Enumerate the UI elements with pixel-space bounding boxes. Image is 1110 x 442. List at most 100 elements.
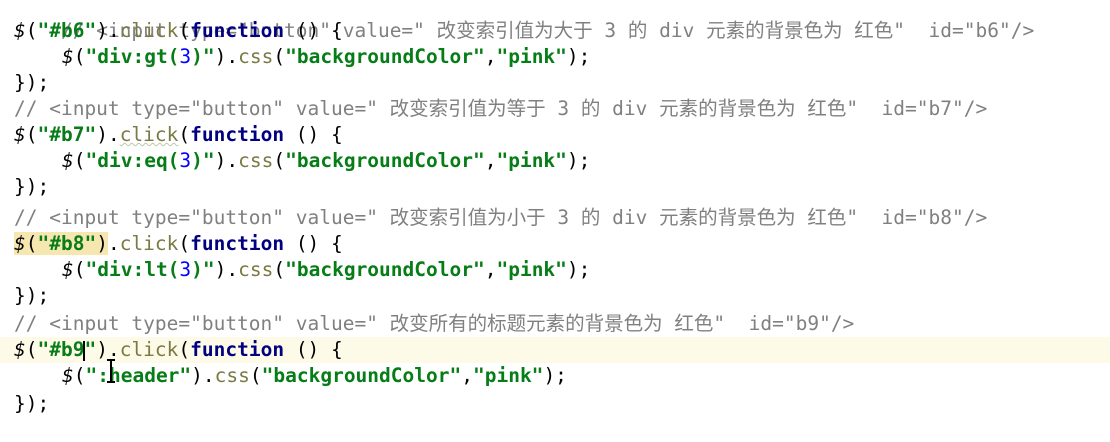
selector-string-end: " (84, 338, 97, 361)
css-value: "pink" (496, 149, 567, 172)
method-name: css (238, 258, 274, 281)
css-value: "pink" (496, 45, 567, 68)
code-line-click-b8[interactable]: $("#b8").click(function () { (0, 231, 1110, 257)
code-line-click-b7[interactable]: $("#b7").click(function () { (0, 122, 1110, 148)
jquery-dollar: $ (14, 123, 26, 146)
jquery-dollar: $ (14, 338, 26, 361)
paren: ( (178, 338, 191, 361)
paren: ( (25, 123, 38, 146)
jquery-dollar: $ (14, 19, 26, 42)
paren: ( (25, 19, 38, 42)
code-line-comment-b9[interactable]: // <input type="button" value=" 改变所有的标题元… (0, 311, 1110, 337)
code-line-close-b8[interactable]: }); (0, 283, 1110, 309)
method-name: css (238, 45, 274, 68)
selector-string: "#b6" (37, 19, 97, 42)
keyword: function (190, 232, 285, 255)
paren: ( (273, 45, 286, 68)
paren: ( (178, 19, 191, 42)
block-close: }); (14, 284, 50, 307)
paren: ). (214, 45, 239, 68)
comma: , (484, 45, 497, 68)
comment-text: // <input type="button" value=" 改变所有的标题元… (14, 312, 855, 335)
selector-string: "div:lt( (85, 258, 180, 281)
paren: ( (178, 232, 191, 255)
selector-string: "#b9 (37, 338, 85, 361)
paren: ( (73, 258, 86, 281)
comment-text: // <input type="button" value=" 改变索引值为等于… (14, 97, 988, 120)
paren: ). (214, 149, 239, 172)
jquery-dollar: $ (62, 364, 74, 387)
css-property: "backgroundColor" (285, 258, 485, 281)
selector-string: "#b7" (37, 123, 97, 146)
function-tail: () { (284, 123, 343, 146)
selector-string: ":header" (85, 364, 192, 387)
paren: ( (273, 258, 286, 281)
paren: ( (73, 364, 86, 387)
paren: ) (96, 232, 108, 255)
code-line-close-b9[interactable]: }); (0, 391, 1110, 417)
paren: ); (543, 364, 567, 387)
comment-text: // <input type="button" value=" 改变索引值为小于… (14, 206, 988, 229)
selector-string: "div:gt( (85, 45, 180, 68)
paren: ( (73, 149, 86, 172)
method-name: click (119, 232, 179, 255)
selector-string-end: )" (191, 45, 215, 68)
css-property: "backgroundColor" (285, 45, 485, 68)
code-line-click-b6[interactable]: $("#b6").click(function () { (0, 18, 1110, 44)
jquery-dollar: $ (62, 45, 74, 68)
css-property: "backgroundColor" (261, 364, 462, 387)
code-line-comment-b6[interactable]: // <input type="button" value=" 改变索引值为大于… (0, 0, 1110, 42)
paren: ( (73, 45, 86, 68)
paren: ). (96, 19, 120, 42)
paren: ( (25, 232, 38, 255)
method-name: click (119, 123, 179, 146)
method-name: click (119, 19, 179, 42)
index-number: 3 (179, 149, 192, 172)
css-value: "pink" (496, 258, 567, 281)
paren: ). (191, 364, 215, 387)
keyword: function (190, 19, 285, 42)
code-editor[interactable]: // <input type="button" value=" 改变索引值为大于… (0, 0, 1110, 442)
method-name: css (214, 364, 250, 387)
block-close: }); (14, 175, 50, 198)
selector-string-end: )" (191, 258, 215, 281)
jquery-dollar: $ (62, 258, 74, 281)
paren: ); (566, 149, 591, 172)
paren: ). (214, 258, 239, 281)
css-value: "pink" (472, 364, 544, 387)
selector-string: "#b8" (37, 232, 97, 255)
code-line-css-b6[interactable]: $("div:gt(3)").css("backgroundColor","pi… (0, 44, 1110, 70)
function-tail: () { (284, 338, 343, 361)
keyword: function (190, 123, 285, 146)
paren: ( (273, 149, 286, 172)
code-line-comment-b7[interactable]: // <input type="button" value=" 改变索引值为等于… (0, 96, 1110, 122)
selector-string: "div:eq( (85, 149, 180, 172)
code-line-css-b7[interactable]: $("div:eq(3)").css("backgroundColor","pi… (0, 148, 1110, 174)
function-tail: () { (284, 19, 343, 42)
index-number: 3 (179, 258, 192, 281)
method-name: css (238, 149, 274, 172)
keyword: function (190, 338, 285, 361)
code-line-close-b6[interactable]: }); (0, 70, 1110, 96)
comma: , (484, 258, 497, 281)
index-number: 3 (179, 45, 192, 68)
comma: , (484, 149, 497, 172)
code-line-close-b7[interactable]: }); (0, 174, 1110, 200)
comma: , (461, 364, 473, 387)
code-line-css-b9[interactable]: $(":header").css("backgroundColor","pink… (0, 363, 1110, 389)
jquery-dollar: $ (62, 149, 74, 172)
dot: . (107, 232, 120, 255)
code-line-comment-b8[interactable]: // <input type="button" value=" 改变索引值为小于… (0, 205, 1110, 231)
paren: ). (96, 123, 120, 146)
paren: ( (25, 338, 38, 361)
function-tail: () { (284, 232, 343, 255)
block-close: }); (14, 392, 50, 415)
paren: ( (249, 364, 262, 387)
code-line-css-b8[interactable]: $("div:lt(3)").css("backgroundColor","pi… (0, 257, 1110, 283)
method-name: click (119, 338, 179, 361)
block-close: }); (14, 71, 50, 94)
jquery-dollar: $ (14, 232, 26, 255)
paren: ( (178, 123, 191, 146)
code-line-click-b9-current[interactable]: $("#b9").click(function () { (0, 337, 1110, 363)
paren: ); (566, 45, 591, 68)
